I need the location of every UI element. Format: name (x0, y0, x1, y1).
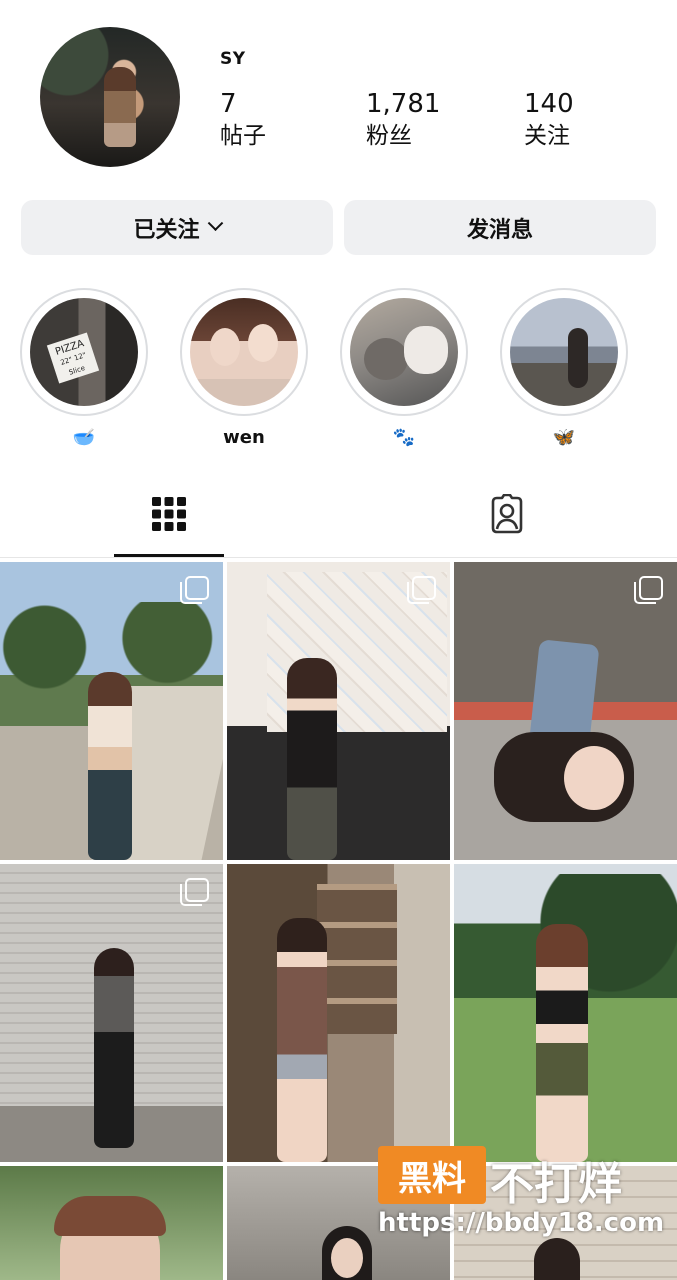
highlight-1[interactable]: PIZZA 22" 12" Slice 🥣 (20, 288, 148, 450)
post-tile[interactable] (0, 1166, 223, 1280)
stat-posts-value: 7 (220, 89, 237, 119)
multi-photo-icon (634, 576, 663, 604)
stat-posts[interactable]: 7 帖子 (220, 88, 266, 152)
highlight-ring: PIZZA 22" 12" Slice (20, 288, 148, 416)
watermark-brand: 不打烊 (490, 1159, 622, 1210)
stat-followers-label: 粉丝 (366, 123, 412, 149)
post-tile[interactable] (227, 864, 450, 1162)
stat-followers[interactable]: 1,781 粉丝 (366, 88, 440, 152)
highlight-2[interactable]: wen (180, 288, 308, 450)
stat-following[interactable]: 140 关注 (524, 88, 574, 152)
stat-followers-value: 1,781 (366, 89, 441, 119)
highlight-ring (180, 288, 308, 416)
profile-header: SY 7 帖子 1,781 粉丝 140 关注 (0, 0, 677, 180)
highlight-4[interactable]: 🦋 (500, 288, 628, 450)
following-button-label: 已关注 (133, 217, 200, 243)
highlight-image (350, 298, 458, 406)
profile-tabs (0, 470, 677, 560)
stat-following-label: 关注 (524, 123, 570, 149)
pizza-sign: PIZZA 22" 12" Slice (46, 332, 100, 384)
highlight-3[interactable]: 🐾 (340, 288, 468, 450)
stat-posts-label: 帖子 (220, 123, 266, 149)
post-tile[interactable] (0, 864, 223, 1162)
highlight-image (510, 298, 618, 406)
highlight-ring (500, 288, 628, 416)
message-button-label: 发消息 (466, 217, 533, 243)
highlight-image: PIZZA 22" 12" Slice (30, 298, 138, 406)
username: SY (220, 49, 246, 69)
highlight-caption: 🐾 (392, 427, 416, 448)
stat-following-value: 140 (524, 89, 574, 119)
highlight-ring (340, 288, 468, 416)
watermark: 黑料 不打烊 https://bbdy18.com (378, 1146, 677, 1280)
chevron-down-icon (207, 215, 223, 232)
post-tile[interactable] (227, 562, 450, 860)
message-button[interactable]: 发消息 (344, 200, 656, 255)
tagged-person-icon (491, 494, 523, 534)
highlight-image (190, 298, 298, 406)
watermark-logo: 黑料 (378, 1146, 486, 1204)
profile-avatar[interactable] (40, 27, 180, 167)
highlight-caption: 🥣 (72, 427, 96, 448)
post-tile[interactable] (0, 562, 223, 860)
tab-posts-grid[interactable] (114, 470, 224, 558)
highlight-caption: 🦋 (552, 427, 576, 448)
tab-tagged[interactable] (452, 470, 562, 558)
following-button[interactable]: 已关注 (21, 200, 333, 255)
post-tile[interactable] (454, 864, 677, 1162)
post-tile[interactable] (454, 562, 677, 860)
multi-photo-icon (180, 878, 209, 906)
grid-icon (152, 497, 186, 531)
watermark-url: https://bbdy18.com (378, 1208, 665, 1238)
multi-photo-icon (407, 576, 436, 604)
multi-photo-icon (180, 576, 209, 604)
highlight-caption: wen (223, 427, 265, 448)
tabs-divider (0, 557, 677, 558)
